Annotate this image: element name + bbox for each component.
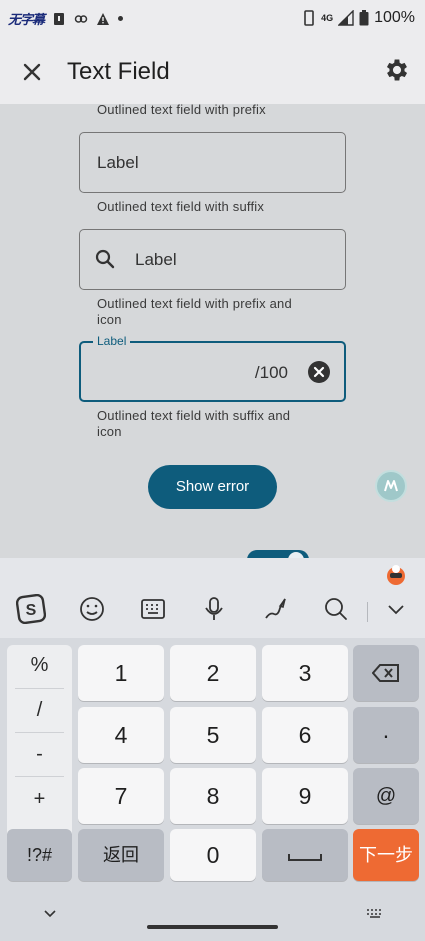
key-3[interactable]: 3 — [262, 645, 348, 701]
key-minus[interactable]: - — [7, 734, 72, 774]
search-icon[interactable] — [321, 594, 351, 624]
text-field-suffix[interactable]: Label — [79, 229, 346, 290]
key-9[interactable]: 9 — [262, 768, 348, 824]
key-1[interactable]: 1 — [78, 645, 164, 701]
key-at[interactable]: @ — [353, 768, 419, 824]
space-bar-icon — [288, 854, 322, 861]
key-6[interactable]: 6 — [262, 707, 348, 763]
close-icon[interactable] — [18, 58, 46, 86]
navigation-bar — [0, 890, 425, 941]
field-label: Label — [97, 153, 139, 172]
field-suffix: /100 — [254, 363, 288, 382]
side-divider — [15, 732, 64, 733]
show-error-button[interactable]: Show error — [148, 465, 277, 509]
side-divider — [15, 776, 64, 777]
key-plus[interactable]: + — [7, 779, 72, 819]
keyboard-icon[interactable] — [138, 594, 168, 624]
app-bar: Text Field — [0, 40, 425, 104]
helper-text-prefix-icon: Outlined text field with prefix and icon — [97, 296, 292, 327]
status-bar: 无字幕 4G 100% — [0, 0, 425, 40]
signal-icon — [338, 10, 354, 26]
more-notifications-dot — [118, 16, 124, 21]
helper-text-suffix: Outlined text field with suffix — [97, 199, 265, 214]
handwriting-icon[interactable] — [260, 594, 290, 624]
key-percent[interactable]: % — [7, 645, 72, 685]
key-5[interactable]: 5 — [170, 707, 256, 763]
space-key[interactable] — [262, 829, 348, 881]
network-type: 4G — [321, 13, 334, 23]
keyboard-mascot-icon[interactable] — [385, 564, 407, 586]
text-field-prefix[interactable]: Label — [79, 132, 346, 193]
home-gesture-bar[interactable] — [147, 925, 278, 929]
soft-keyboard: S % / - + 1 2 3 4 5 6 · 7 8 9 @ !?# 返回 0… — [0, 558, 425, 941]
key-8[interactable]: 8 — [170, 768, 256, 824]
hide-keyboard-chevron-icon[interactable] — [42, 907, 58, 919]
notification-owl-icon — [74, 14, 88, 23]
text-field-focused[interactable]: Label /100 — [79, 334, 346, 402]
page-title: Text Field — [67, 58, 170, 85]
next-key[interactable]: 下一步 — [353, 829, 419, 881]
backspace-key[interactable] — [353, 645, 419, 701]
status-left: 无字幕 — [8, 9, 124, 28]
chevron-down-icon[interactable] — [381, 594, 411, 624]
status-right: 4G 100% — [302, 9, 415, 27]
motorola-logo-icon — [384, 480, 398, 492]
emoji-icon[interactable] — [77, 594, 107, 624]
content-area[interactable]: Outlined text field with prefix Label Ou… — [0, 104, 425, 558]
svg-text:S: S — [26, 602, 37, 619]
key-dot[interactable]: · — [353, 707, 419, 763]
vibrate-icon — [304, 10, 314, 26]
app-badge: 无字幕 — [8, 12, 45, 27]
keyboard-toolbar: S — [0, 558, 425, 638]
field-label: Label — [135, 250, 177, 269]
keyboard-switch-icon[interactable] — [365, 907, 385, 919]
key-7[interactable]: 7 — [78, 768, 164, 824]
battery-percent: 100% — [374, 9, 415, 26]
warning-icon — [97, 12, 110, 25]
side-divider — [15, 688, 64, 689]
helper-text-suffix-icon: Outlined text field with suffix and icon — [97, 408, 291, 439]
floating-label: Label — [93, 334, 131, 348]
key-back[interactable]: 返回 — [78, 829, 164, 881]
helper-text-prefix: Outlined text field with prefix — [97, 104, 266, 117]
toolbar-divider — [367, 602, 368, 622]
search-icon — [95, 249, 115, 269]
floating-assistant-icon[interactable] — [375, 470, 407, 502]
key-symbols[interactable]: !?# — [7, 829, 72, 881]
key-0[interactable]: 0 — [170, 829, 256, 881]
backspace-icon — [371, 664, 399, 682]
clear-icon[interactable] — [308, 361, 330, 383]
key-2[interactable]: 2 — [170, 645, 256, 701]
sogou-logo-icon[interactable]: S — [16, 594, 46, 624]
notification-file-icon — [54, 12, 65, 25]
key-slash[interactable]: / — [7, 690, 72, 730]
microphone-icon[interactable] — [199, 594, 229, 624]
battery-icon — [359, 10, 369, 26]
key-4[interactable]: 4 — [78, 707, 164, 763]
gear-icon[interactable] — [383, 56, 411, 84]
